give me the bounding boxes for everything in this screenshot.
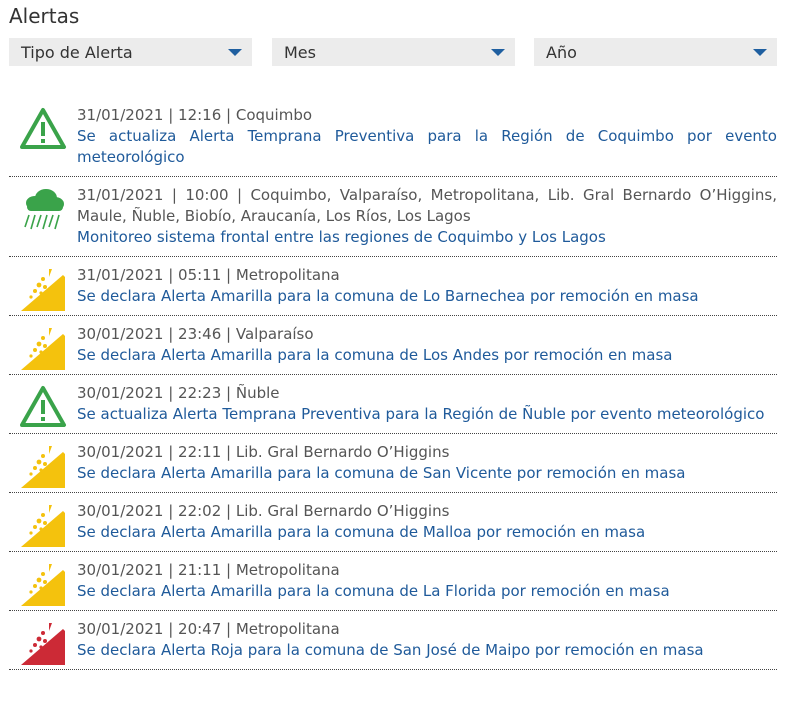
- alert-type-select-label: Tipo de Alerta: [21, 43, 133, 62]
- landslide-red-icon: [19, 619, 67, 667]
- landslide-yellow-icon: [19, 324, 67, 372]
- alert-meta: 30/01/2021 | 22:23 | Ñuble: [77, 384, 280, 402]
- alert-item: 30/01/2021 | 21:11 | Metropolitana Se dec…: [9, 552, 777, 611]
- alert-item: 30/01/2021 | 20:47 | Metropolitana Se dec…: [9, 611, 777, 670]
- alert-item: 31/01/2021 | 10:00 | Coquimbo, Valparaís…: [9, 177, 777, 257]
- alert-link[interactable]: Se actualiza Alerta Temprana Preventiva …: [77, 404, 777, 425]
- month-select[interactable]: Mes: [272, 38, 515, 66]
- alert-item: 30/01/2021 | 23:46 | Valparaíso Se declar…: [9, 316, 777, 375]
- alert-list: 31/01/2021 | 12:16 | Coquimbo Se actualiz…: [9, 97, 777, 670]
- alert-meta: 30/01/2021 | 22:02 | Lib. Gral Bernardo …: [77, 502, 450, 520]
- alert-link[interactable]: Se declara Alerta Amarilla para la comun…: [77, 522, 777, 543]
- landslide-yellow-icon: [19, 442, 67, 490]
- year-select[interactable]: Año: [534, 38, 777, 66]
- year-select-label: Año: [546, 43, 577, 62]
- chevron-down-icon: [491, 49, 505, 56]
- alert-item: 31/01/2021 | 05:11 | Metropolitana Se dec…: [9, 257, 777, 316]
- landslide-yellow-icon: [19, 265, 67, 313]
- alert-type-select[interactable]: Tipo de Alerta: [9, 38, 252, 66]
- alert-meta: 31/01/2021 | 05:11 | Metropolitana: [77, 266, 340, 284]
- page-title: Alertas: [9, 4, 80, 28]
- chevron-down-icon: [753, 49, 767, 56]
- rain-cloud-icon: [19, 185, 67, 233]
- alert-item: 31/01/2021 | 12:16 | Coquimbo Se actualiz…: [9, 97, 777, 177]
- alert-meta: 31/01/2021 | 10:00 | Coquimbo, Valparaís…: [77, 186, 777, 225]
- alert-meta: 30/01/2021 | 23:46 | Valparaíso: [77, 325, 314, 343]
- alert-link[interactable]: Se declara Alerta Amarilla para la comun…: [77, 286, 777, 307]
- alert-meta: 30/01/2021 | 22:11 | Lib. Gral Bernardo …: [77, 443, 450, 461]
- alert-meta: 30/01/2021 | 20:47 | Metropolitana: [77, 620, 340, 638]
- alert-item: 30/01/2021 | 22:02 | Lib. Gral Bernardo …: [9, 493, 777, 552]
- alert-link[interactable]: Monitoreo sistema frontal entre las regi…: [77, 227, 777, 248]
- alert-link[interactable]: Se actualiza Alerta Temprana Preventiva …: [77, 126, 777, 168]
- alert-link[interactable]: Se declara Alerta Amarilla para la comun…: [77, 345, 777, 366]
- alert-item: 30/01/2021 | 22:23 | Ñuble Se actualiza A…: [9, 375, 777, 434]
- chevron-down-icon: [228, 49, 242, 56]
- alert-link[interactable]: Se declara Alerta Roja para la comuna de…: [77, 640, 777, 661]
- alert-meta: 31/01/2021 | 12:16 | Coquimbo: [77, 106, 313, 124]
- alert-link[interactable]: Se declara Alerta Amarilla para la comun…: [77, 581, 777, 602]
- alert-item: 30/01/2021 | 22:11 | Lib. Gral Bernardo …: [9, 434, 777, 493]
- landslide-yellow-icon: [19, 560, 67, 608]
- alert-link[interactable]: Se declara Alerta Amarilla para la comun…: [77, 463, 777, 484]
- landslide-yellow-icon: [19, 501, 67, 549]
- warning-triangle-icon: [19, 383, 67, 431]
- month-select-label: Mes: [284, 43, 316, 62]
- alert-meta: 30/01/2021 | 21:11 | Metropolitana: [77, 561, 340, 579]
- warning-triangle-icon: [19, 105, 67, 153]
- filters-bar: Tipo de Alerta Mes Año: [9, 38, 777, 66]
